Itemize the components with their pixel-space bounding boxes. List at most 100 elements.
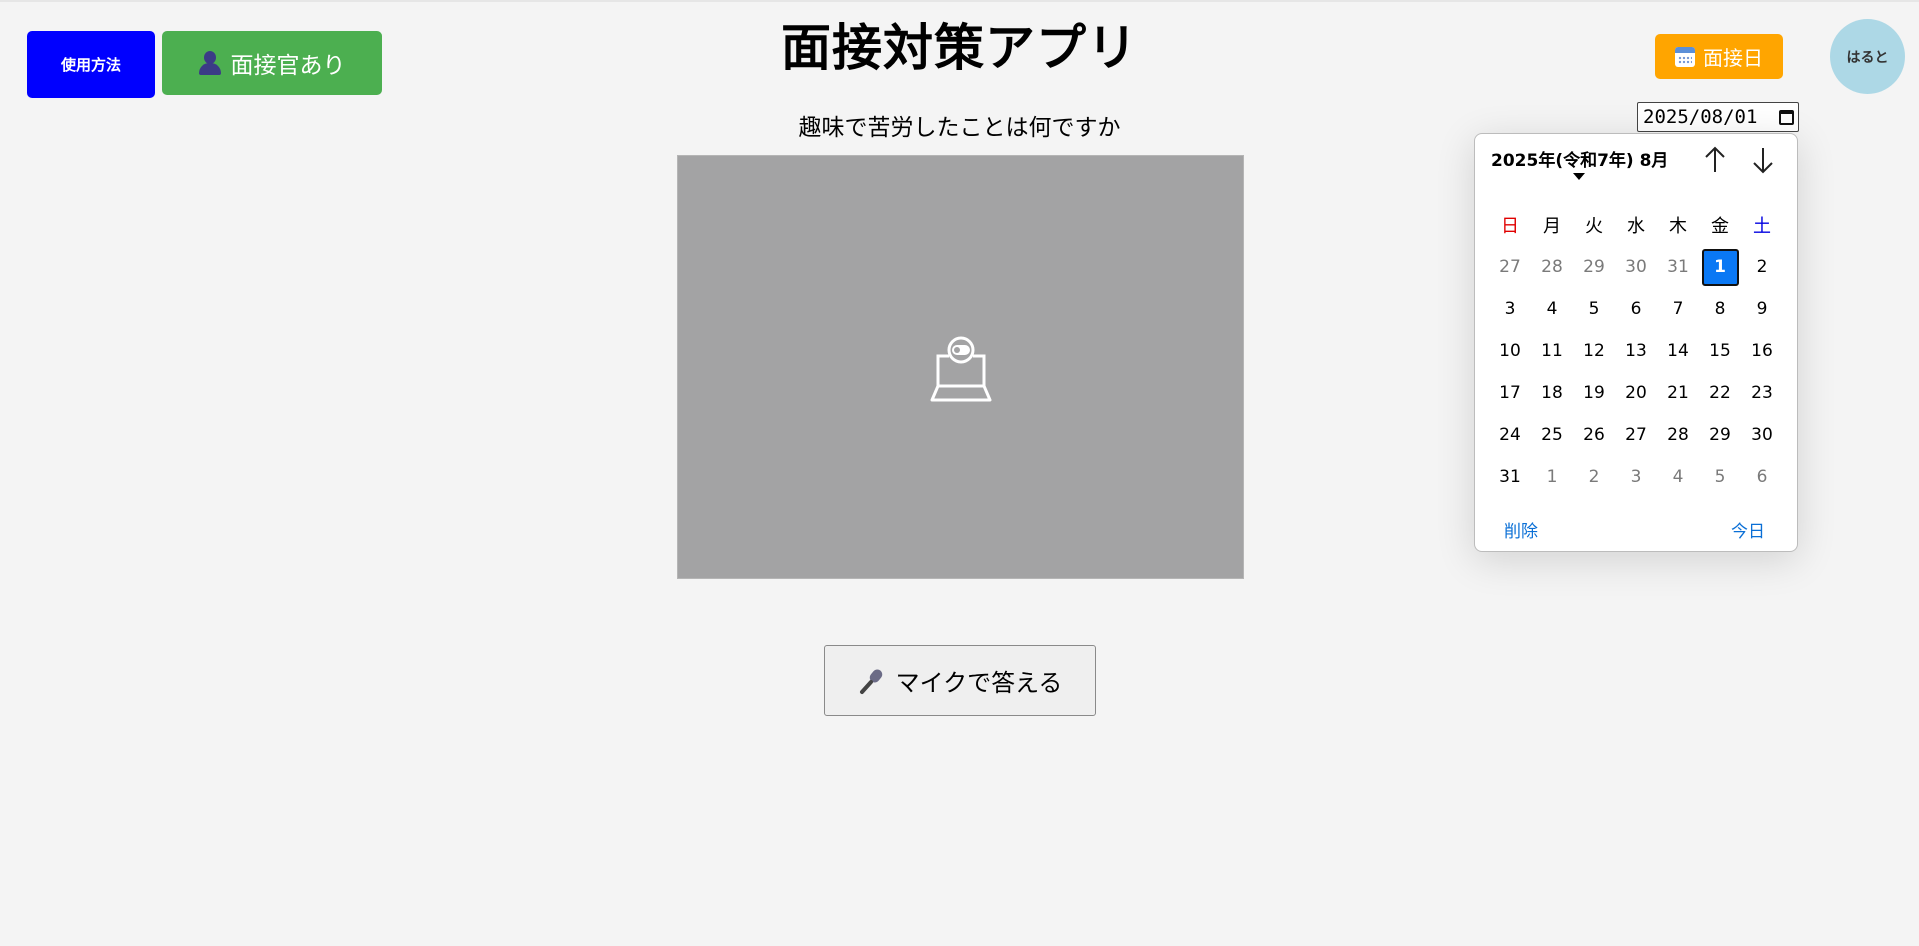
calendar-day-label: 13 [1625, 341, 1647, 361]
clear-date-button[interactable]: 削除 [1504, 517, 1538, 542]
calendar-day-label: 17 [1499, 383, 1521, 403]
avatar[interactable]: はると [1830, 19, 1905, 94]
calendar-day-label: 3 [1504, 299, 1516, 319]
date-picker-popup: 2025年(令和7年) 8月 日月火水木金土 27 28 29 30 31 1 2 3 4 5 6 7 8… [1474, 133, 1798, 552]
date-input-value: 2025/08/01 [1643, 106, 1758, 128]
calendar-day-label: 30 [1625, 257, 1647, 277]
calendar-day-label: 3 [1630, 467, 1642, 487]
calendar-day-label: 1 [1546, 467, 1558, 487]
calendar-day-label: 12 [1583, 341, 1605, 361]
calendar-day[interactable]: 28 [1657, 414, 1699, 456]
weekday-header: 水 [1627, 216, 1645, 237]
calendar-day-label: 7 [1672, 299, 1684, 319]
caret-down-icon[interactable] [1573, 173, 1585, 180]
calendar-day[interactable]: 29 [1573, 246, 1615, 288]
calendar-day[interactable]: 28 [1531, 246, 1573, 288]
weekday-header: 火 [1585, 216, 1603, 237]
calendar-day[interactable]: 18 [1531, 372, 1573, 414]
calendar-day-label: 28 [1541, 257, 1563, 277]
calendar-month-selector[interactable]: 2025年(令和7年) 8月 [1491, 146, 1668, 171]
calendar-day[interactable]: 5 [1573, 288, 1615, 330]
calendar-day-label: 2 [1588, 467, 1600, 487]
calendar-day-label: 9 [1756, 299, 1768, 319]
calendar-day[interactable]: 13 [1615, 330, 1657, 372]
calendar-day[interactable]: 20 [1615, 372, 1657, 414]
calendar-month-label: 2025年(令和7年) 8月 [1491, 151, 1669, 171]
next-month-button[interactable] [1748, 144, 1778, 176]
calendar-day[interactable]: 5 [1699, 456, 1741, 498]
calendar-day-label: 29 [1709, 425, 1731, 445]
calendar-day[interactable]: 9 [1741, 288, 1783, 330]
camera-off-icon [930, 336, 992, 402]
avatar-name: はると [1846, 49, 1889, 66]
calendar-day[interactable]: 26 [1573, 414, 1615, 456]
interview-date-button[interactable]: 面接日 [1655, 34, 1783, 79]
calendar-day-label: 2 [1756, 257, 1768, 277]
today-button[interactable]: 今日 [1731, 517, 1765, 542]
answer-by-mic-button[interactable]: マイクで答える [824, 645, 1096, 716]
calendar-day-label: 5 [1588, 299, 1600, 319]
calendar-day[interactable]: 30 [1741, 414, 1783, 456]
arrow-up-icon [1705, 146, 1725, 172]
calendar-day-label: 4 [1672, 467, 1684, 487]
calendar-day[interactable]: 30 [1615, 246, 1657, 288]
interview-date-button-label: 面接日 [1703, 46, 1763, 70]
calendar-day[interactable]: 1 [1531, 456, 1573, 498]
calendar-day[interactable]: 6 [1741, 456, 1783, 498]
previous-month-button[interactable] [1700, 144, 1730, 176]
calendar-day[interactable]: 4 [1531, 288, 1573, 330]
calendar-day[interactable]: 6 [1615, 288, 1657, 330]
mic-button-label: マイクで答える [895, 669, 1063, 697]
calendar-day[interactable]: 12 [1573, 330, 1615, 372]
calendar-day-label: 11 [1541, 341, 1563, 361]
calendar-day-label: 28 [1667, 425, 1689, 445]
calendar-day[interactable]: 3 [1489, 288, 1531, 330]
calendar-day[interactable]: 19 [1573, 372, 1615, 414]
calendar-day[interactable]: 11 [1531, 330, 1573, 372]
weekday-header: 金 [1711, 216, 1729, 237]
calendar-day-selected[interactable]: 1 [1699, 246, 1741, 288]
calendar-picker-icon[interactable] [1779, 109, 1794, 125]
calendar-day-label: 25 [1541, 425, 1563, 445]
calendar-day-label: 6 [1756, 467, 1768, 487]
calendar-day[interactable]: 4 [1657, 456, 1699, 498]
calendar-day-label: 15 [1709, 341, 1731, 361]
app-title: 面接対策アプリ [781, 19, 1138, 77]
calendar-day[interactable]: 27 [1615, 414, 1657, 456]
calendar-day-label: 14 [1667, 341, 1689, 361]
calendar-day[interactable]: 25 [1531, 414, 1573, 456]
calendar-day[interactable]: 31 [1489, 456, 1531, 498]
calendar-day-label: 18 [1541, 383, 1563, 403]
calendar-day[interactable]: 22 [1699, 372, 1741, 414]
calendar-day[interactable]: 7 [1657, 288, 1699, 330]
calendar-day[interactable]: 14 [1657, 330, 1699, 372]
calendar-day[interactable]: 16 [1741, 330, 1783, 372]
calendar-day[interactable]: 3 [1615, 456, 1657, 498]
calendar-day-label: 27 [1625, 425, 1647, 445]
top-divider [0, 0, 1919, 2]
calendar-day-label: 30 [1751, 425, 1773, 445]
calendar-day[interactable]: 2 [1573, 456, 1615, 498]
weekday-header: 月 [1543, 216, 1561, 237]
calendar-day-label: 21 [1667, 383, 1689, 403]
calendar-day-label: 16 [1751, 341, 1773, 361]
calendar-grid: 日月火水木金土 27 28 29 30 31 1 2 3 4 5 6 7 8 9 10 11 12 13 14 15 16… [1489, 204, 1783, 498]
calendar-day-label: 6 [1630, 299, 1642, 319]
calendar-day[interactable]: 24 [1489, 414, 1531, 456]
calendar-day[interactable]: 2 [1741, 246, 1783, 288]
weekday-header: 日 [1501, 216, 1519, 237]
calendar-day[interactable]: 10 [1489, 330, 1531, 372]
calendar-day[interactable]: 21 [1657, 372, 1699, 414]
calendar-day[interactable]: 31 [1657, 246, 1699, 288]
calendar-day[interactable]: 29 [1699, 414, 1741, 456]
calendar-day-label: 31 [1499, 467, 1521, 487]
interview-date-input[interactable]: 2025/08/01 [1637, 102, 1799, 132]
microphone-icon [859, 668, 882, 694]
calendar-day-label: 26 [1583, 425, 1605, 445]
calendar-day[interactable]: 8 [1699, 288, 1741, 330]
calendar-day[interactable]: 27 [1489, 246, 1531, 288]
calendar-day[interactable]: 23 [1741, 372, 1783, 414]
calendar-day-label: 27 [1499, 257, 1521, 277]
calendar-day[interactable]: 17 [1489, 372, 1531, 414]
calendar-day[interactable]: 15 [1699, 330, 1741, 372]
